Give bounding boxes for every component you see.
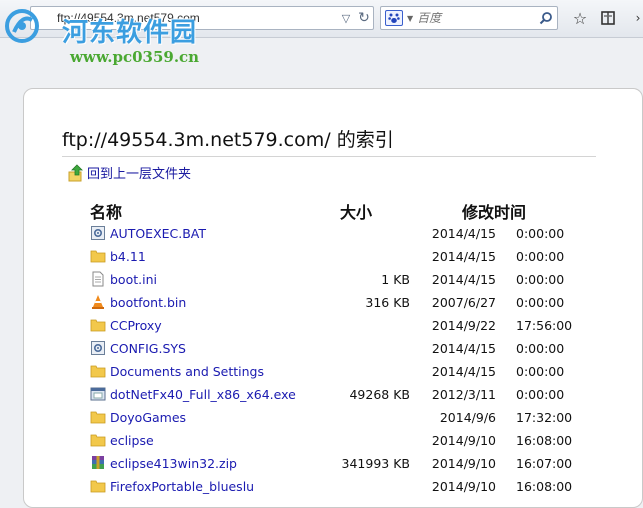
- file-time: 16:08:00: [516, 479, 573, 494]
- address-bar[interactable]: ftp://49554.3m.net579.com ▽ ↻: [30, 6, 374, 30]
- folder-icon: [90, 317, 106, 333]
- table-row[interactable]: eclipse413win32.zip 341993 KB 2014/9/10 16:…: [24, 452, 624, 475]
- file-time: 0:00:00: [516, 295, 565, 310]
- file-date: 2007/6/27: [431, 295, 496, 310]
- search-input[interactable]: [417, 11, 535, 25]
- table-row[interactable]: AUTOEXEC.BAT 2014/4/15 0:00:00: [24, 222, 624, 245]
- exe-file-icon: [90, 386, 106, 402]
- file-date: 2014/4/15: [431, 272, 496, 287]
- table-row[interactable]: eclipse 2014/9/10 16:08:00: [24, 429, 624, 452]
- column-header-size[interactable]: 大小: [340, 199, 372, 223]
- file-time: 0:00:00: [516, 364, 565, 379]
- file-size: 49268 KB: [349, 387, 410, 402]
- ftp-index-card: ftp://49554.3m.net579.com/ 的索引 回到上一层文件夹 …: [23, 88, 643, 508]
- folder-icon: [90, 432, 106, 448]
- bookmark-star-icon[interactable]: ☆: [570, 8, 590, 28]
- table-row[interactable]: boot.ini 1 KB 2014/4/15 0:00:00: [24, 268, 624, 291]
- file-name-link[interactable]: eclipse: [110, 433, 154, 448]
- table-row[interactable]: FirefoxPortable_blueslu 2014/9/10 16:08:00: [24, 475, 624, 498]
- file-name-link[interactable]: CONFIG.SYS: [110, 341, 186, 356]
- text-file-icon: [90, 271, 106, 287]
- reload-icon[interactable]: ↻: [355, 7, 373, 29]
- file-size: 341993 KB: [341, 456, 410, 471]
- file-time: 17:32:00: [516, 410, 573, 425]
- file-date: 2014/9/6: [439, 410, 496, 425]
- file-name-link[interactable]: DoyoGames: [110, 410, 186, 425]
- system-file-icon: [90, 225, 106, 241]
- file-size: 316 KB: [365, 295, 410, 310]
- file-name-link[interactable]: boot.ini: [110, 272, 157, 287]
- file-time: 16:07:00: [516, 456, 573, 471]
- page-title: ftp://49554.3m.net579.com/ 的索引: [62, 125, 596, 157]
- folder-icon: [90, 409, 106, 425]
- address-text[interactable]: ftp://49554.3m.net579.com: [31, 11, 337, 25]
- file-name-link[interactable]: AUTOEXEC.BAT: [110, 226, 206, 241]
- engine-dropdown-icon[interactable]: ▼: [407, 14, 413, 23]
- column-header-modified[interactable]: 修改时间: [462, 199, 526, 223]
- file-time: 0:00:00: [516, 272, 565, 287]
- folder-icon: [90, 248, 106, 264]
- overflow-menu-icon[interactable]: ›: [628, 8, 643, 28]
- watermark-url: www.pc0359.cn: [70, 48, 200, 66]
- file-date: 2014/4/15: [431, 249, 496, 264]
- file-size: 1 KB: [381, 272, 410, 287]
- file-date: 2014/9/10: [431, 456, 496, 471]
- table-row[interactable]: CCProxy 2014/9/22 17:56:00: [24, 314, 624, 337]
- file-date: 2014/9/22: [431, 318, 496, 333]
- table-row[interactable]: DoyoGames 2014/9/6 17:32:00: [24, 406, 624, 429]
- file-time: 0:00:00: [516, 226, 565, 241]
- file-name-link[interactable]: eclipse413win32.zip: [110, 456, 237, 471]
- file-name-link[interactable]: dotNetFx40_Full_x86_x64.exe: [110, 387, 296, 402]
- dropdown-icon[interactable]: ▽: [337, 7, 355, 29]
- file-name-link[interactable]: FirefoxPortable_blueslu: [110, 479, 254, 494]
- file-time: 16:08:00: [516, 433, 573, 448]
- file-date: 2014/4/15: [431, 341, 496, 356]
- file-name-link[interactable]: bootfont.bin: [110, 295, 186, 310]
- file-name-link[interactable]: CCProxy: [110, 318, 162, 333]
- file-time: 17:56:00: [516, 318, 573, 333]
- table-row[interactable]: b4.11 2014/4/15 0:00:00: [24, 245, 624, 268]
- parent-folder-link[interactable]: 回到上一层文件夹: [68, 163, 191, 182]
- file-time: 0:00:00: [516, 341, 565, 356]
- up-folder-icon: [68, 163, 83, 181]
- system-file-icon: [90, 340, 106, 356]
- search-bar[interactable]: ▼: [380, 6, 558, 30]
- file-name-link[interactable]: b4.11: [110, 249, 146, 264]
- folder-icon: [90, 363, 106, 379]
- column-header-name[interactable]: 名称: [90, 199, 122, 223]
- file-date: 2014/4/15: [431, 226, 496, 241]
- browser-toolbar: ftp://49554.3m.net579.com ▽ ↻ ▼ ☆ ›: [0, 0, 643, 38]
- baidu-paw-icon[interactable]: [385, 10, 403, 26]
- file-time: 0:00:00: [516, 249, 565, 264]
- file-date: 2014/9/10: [431, 479, 496, 494]
- reading-list-icon[interactable]: [598, 8, 618, 28]
- file-time: 0:00:00: [516, 387, 565, 402]
- archive-file-icon: [90, 455, 106, 471]
- file-name-link[interactable]: Documents and Settings: [110, 364, 264, 379]
- table-row[interactable]: CONFIG.SYS 2014/4/15 0:00:00: [24, 337, 624, 360]
- parent-folder-label[interactable]: 回到上一层文件夹: [87, 163, 191, 182]
- table-row[interactable]: dotNetFx40_Full_x86_x64.exe 49268 KB 2012/…: [24, 383, 624, 406]
- search-icon[interactable]: [535, 11, 557, 25]
- table-row[interactable]: bootfont.bin 316 KB 2007/6/27 0:00:00: [24, 291, 624, 314]
- vlc-file-icon: [90, 294, 106, 310]
- file-date: 2012/3/11: [431, 387, 496, 402]
- folder-icon: [90, 478, 106, 494]
- file-date: 2014/4/15: [431, 364, 496, 379]
- file-date: 2014/9/10: [431, 433, 496, 448]
- table-row[interactable]: Documents and Settings 2014/4/15 0:00:00: [24, 360, 624, 383]
